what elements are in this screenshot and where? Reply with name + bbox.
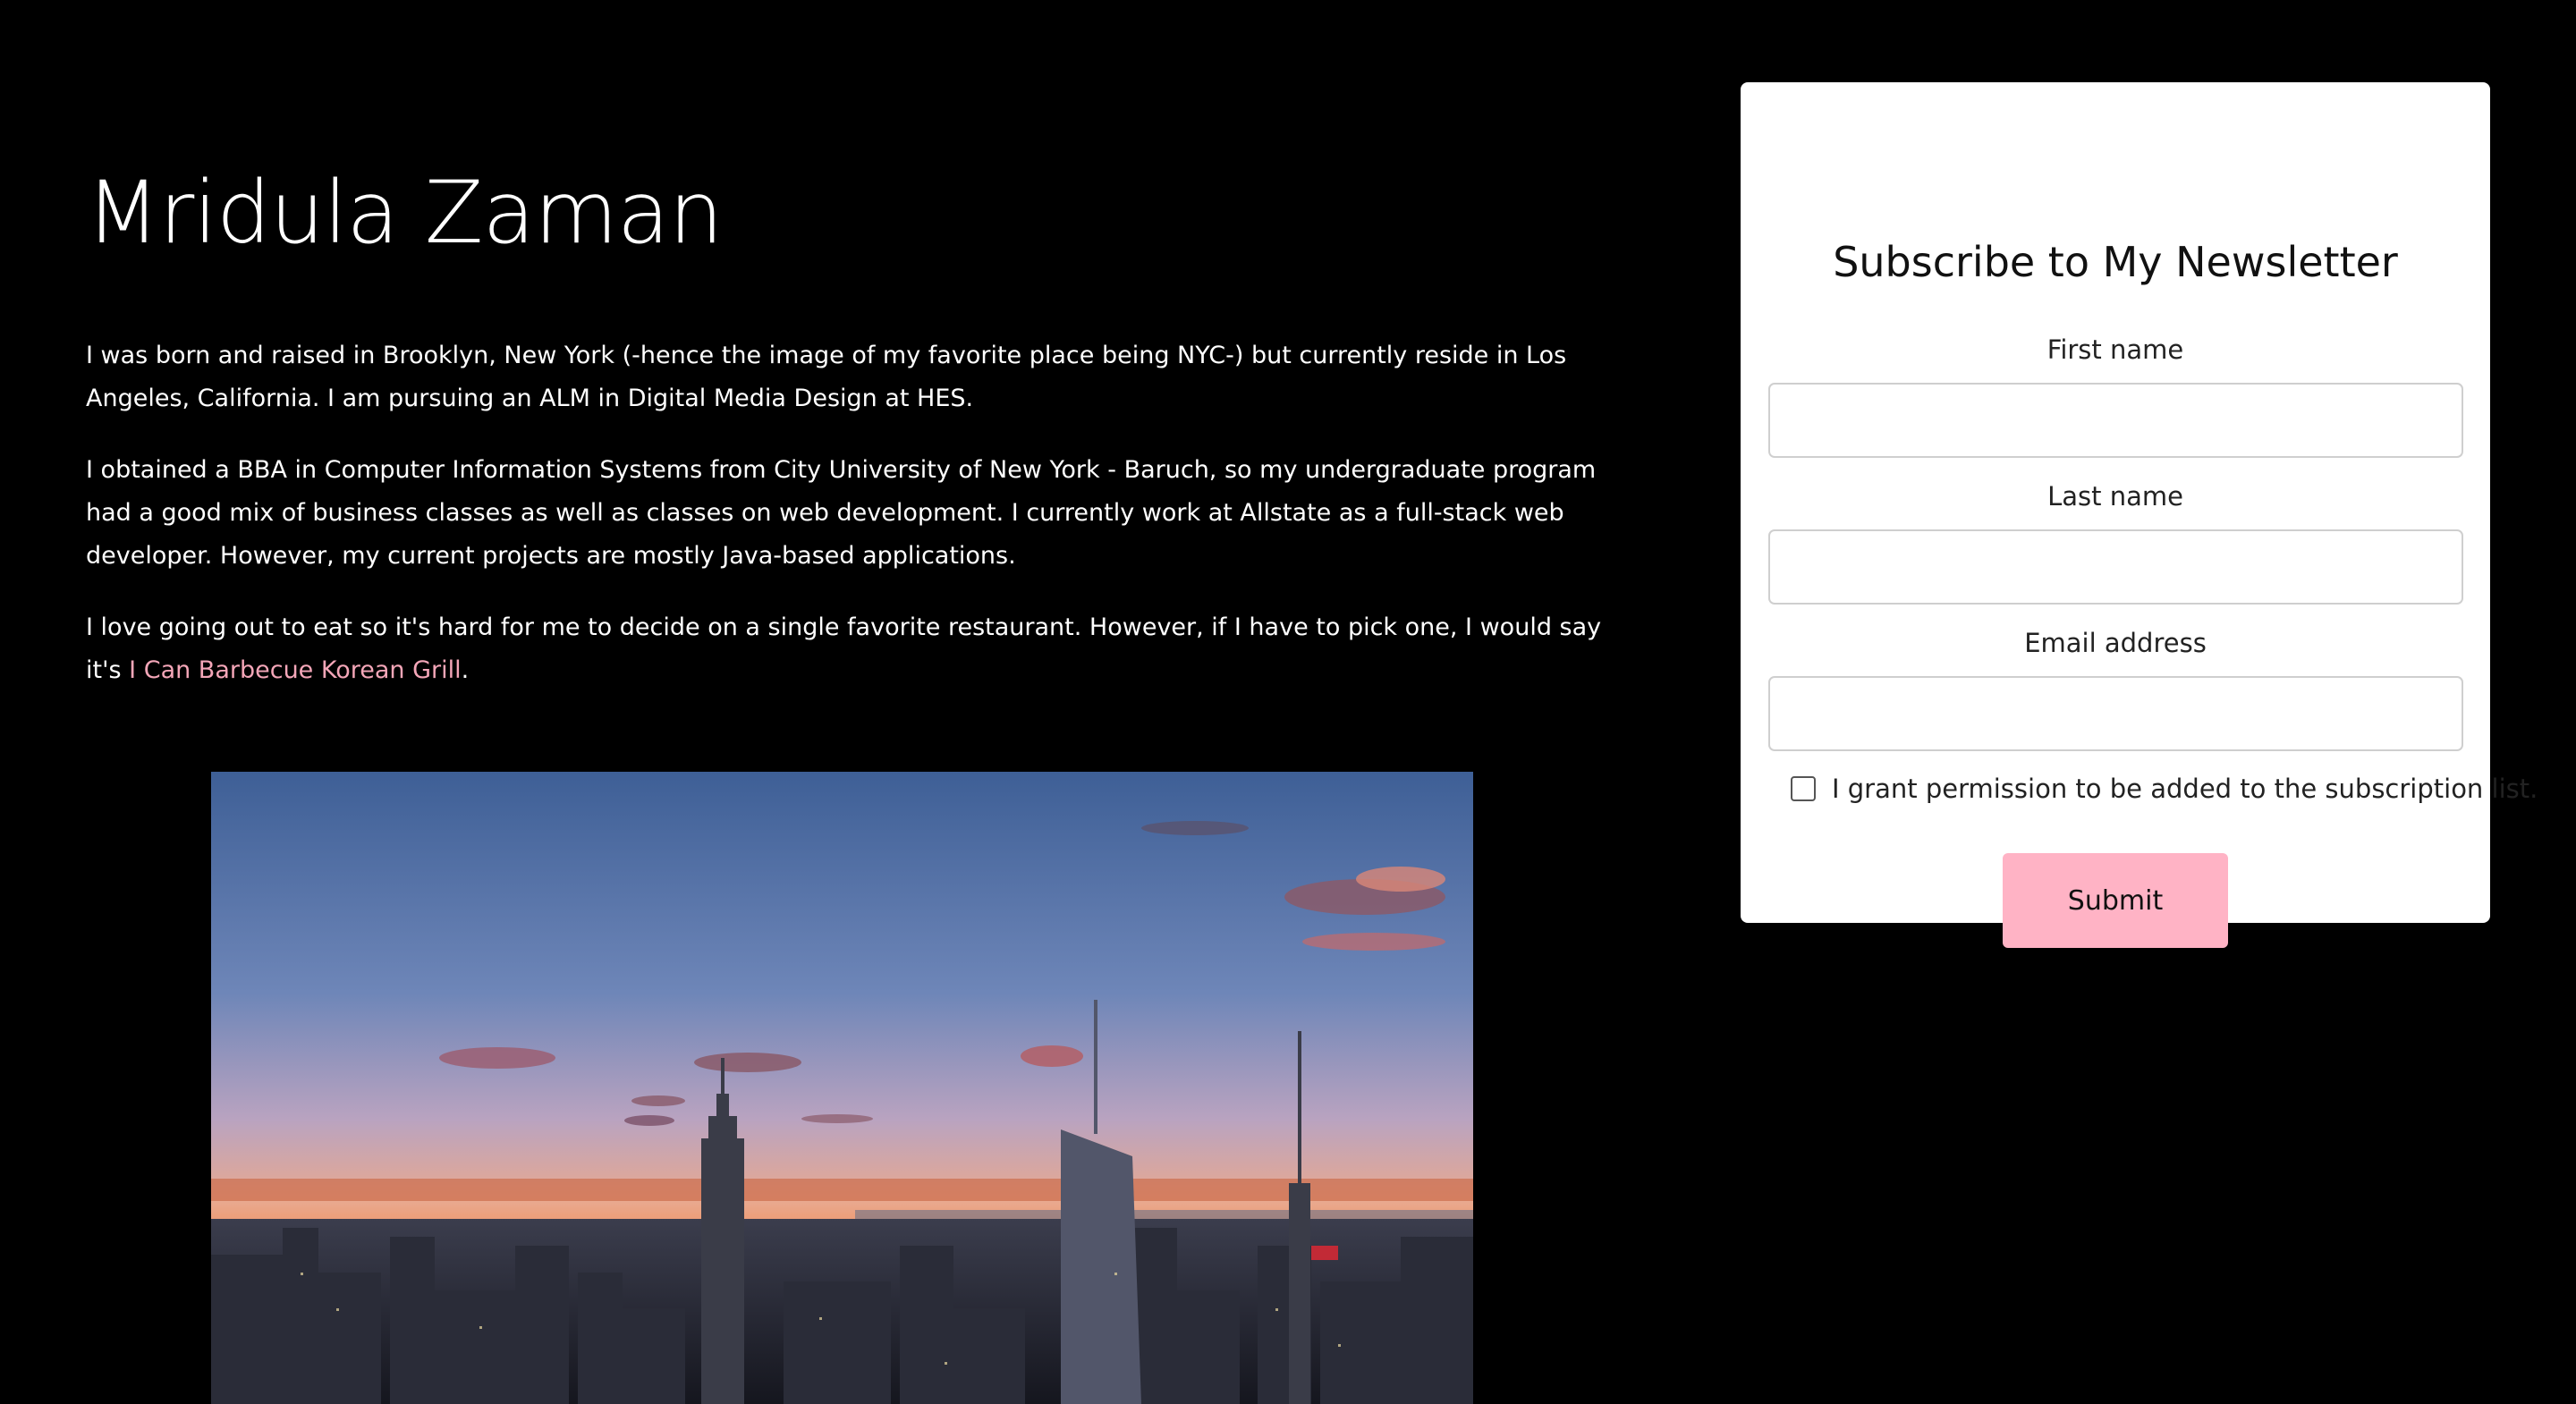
page-title: Mridula Zaman: [86, 163, 724, 263]
permission-label: I grant permission to be added to the su…: [1832, 774, 2538, 804]
newsletter-title: Subscribe to My Newsletter: [1833, 238, 2398, 286]
newsletter-card: Subscribe to My Newsletter First name La…: [1741, 82, 2538, 948]
restaurant-link[interactable]: I Can Barbecue Korean Grill: [129, 656, 461, 684]
nyc-skyline-image: [211, 772, 1473, 1404]
first-name-input[interactable]: [1768, 383, 2463, 458]
nyc-skyline-photo: [211, 772, 1473, 1404]
bio-paragraph-1: I was born and raised in Brooklyn, New Y…: [86, 342, 1567, 412]
page: Mridula Zaman I was born and raised in B…: [0, 0, 2576, 1404]
email-label: Email address: [2024, 628, 2207, 658]
permission-row: I grant permission to be added to the su…: [1791, 771, 2538, 807]
email-input[interactable]: [1768, 676, 2463, 751]
last-name-input[interactable]: [1768, 529, 2463, 605]
bio-paragraph-3-end: .: [461, 656, 470, 684]
bio: I was born and raised in Brooklyn, New Y…: [86, 334, 1606, 721]
bio-paragraph-2: I obtained a BBA in Computer Information…: [86, 456, 1597, 570]
last-name-label: Last name: [2047, 481, 2183, 512]
permission-checkbox[interactable]: [1791, 776, 1816, 801]
first-name-label: First name: [2046, 334, 2184, 365]
submit-button[interactable]: Submit: [2003, 853, 2228, 948]
bio-paragraph-3: I love going out to eat so it's hard for…: [86, 606, 1606, 692]
